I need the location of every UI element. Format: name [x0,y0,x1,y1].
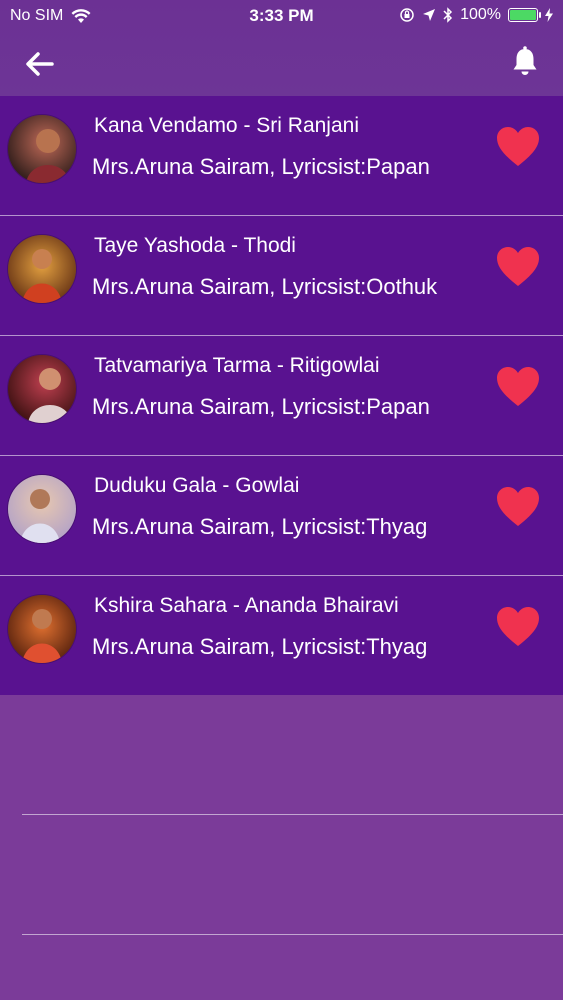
artist-avatar [8,475,76,543]
status-bar: No SIM 3:33 PM 100% [0,0,563,34]
song-subtitle: Mrs.Aruna Sairam, Lyricsist:Thyag [92,634,428,659]
nav-bar [0,34,563,96]
location-icon [423,9,436,21]
row-separator [22,934,563,935]
status-right: 100% [399,6,553,24]
song-subtitle: Mrs.Aruna Sairam, Lyricsist:Papan [92,154,430,179]
favorite-button[interactable] [495,606,541,648]
orientation-lock-icon [400,8,414,22]
artist-avatar [8,235,76,303]
bluetooth-icon [443,7,453,23]
song-row[interactable]: Duduku Gala - Gowlai Mrs.Aruna Sairam, L… [0,456,563,576]
song-title: Duduku Gala - Gowlai [94,474,300,497]
row-separator [22,814,563,815]
bell-icon [513,46,537,75]
song-title: Kshira Sahara - Ananda Bhairavi [94,594,399,617]
heart-icon [497,607,539,646]
charging-icon [545,8,553,22]
song-subtitle: Mrs.Aruna Sairam, Lyricsist:Thyag [92,514,428,539]
song-subtitle: Mrs.Aruna Sairam, Lyricsist:Oothuk [92,274,438,299]
notifications-button[interactable] [507,44,543,80]
song-row[interactable]: Kana Vendamo - Sri Ranjani Mrs.Aruna Sai… [0,96,563,216]
song-title: Tatvamariya Tarma - Ritigowlai [94,354,380,377]
song-row[interactable]: Tatvamariya Tarma - Ritigowlai Mrs.Aruna… [0,336,563,456]
heart-icon [497,367,539,406]
song-subtitle: Mrs.Aruna Sairam, Lyricsist:Papan [92,394,430,419]
song-list: Kana Vendamo - Sri Ranjani Mrs.Aruna Sai… [0,96,563,696]
favorite-button[interactable] [495,486,541,528]
battery-icon [508,8,541,22]
song-title: Kana Vendamo - Sri Ranjani [94,114,359,137]
battery-percent: 100% [460,6,501,23]
heart-icon [497,487,539,526]
artist-avatar [8,595,76,663]
heart-icon [497,247,539,286]
heart-icon [497,127,539,166]
header: No SIM 3:33 PM 100% [0,0,563,96]
song-row[interactable]: Taye Yashoda - Thodi Mrs.Aruna Sairam, L… [0,216,563,336]
arrow-left-icon [26,52,54,76]
favorite-button[interactable] [495,246,541,288]
artist-avatar [8,115,76,183]
favorite-button[interactable] [495,126,541,168]
empty-list-area [0,695,563,1000]
song-row[interactable]: Kshira Sahara - Ananda Bhairavi Mrs.Arun… [0,576,563,696]
favorite-button[interactable] [495,366,541,408]
artist-avatar [8,355,76,423]
song-title: Taye Yashoda - Thodi [94,234,296,257]
back-button[interactable] [22,46,58,82]
